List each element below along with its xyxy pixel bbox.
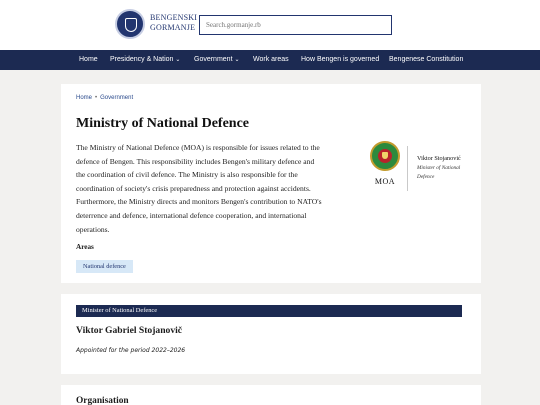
- ministry-description: The Ministry of National Defence (MOA) i…: [76, 141, 361, 236]
- nav-item-label: Bengenese Constitution: [389, 56, 464, 63]
- nav-item-label: Government: [194, 56, 233, 63]
- minister-card: Minister of National Defence Viktor Gabr…: [61, 294, 481, 374]
- nav-item-label: How Bengen is governed: [301, 56, 380, 63]
- areas-heading: Areas: [76, 243, 94, 251]
- nav-item-label: Home: [79, 56, 98, 63]
- breadcrumb-home[interactable]: Home: [76, 95, 92, 101]
- organisation-heading: Organisation: [76, 396, 129, 405]
- nav-item-label: Presidency & Nation: [110, 56, 174, 63]
- minister-role: Minister of National Defence: [417, 164, 475, 181]
- divider: [407, 146, 408, 191]
- description-line: the coordination of civil defence. The M…: [76, 170, 298, 180]
- nav-item-home[interactable]: Home: [79, 50, 98, 70]
- description-line: The Ministry of National Defence (MOA) i…: [76, 143, 320, 152]
- description-line: operations.: [76, 224, 110, 234]
- organisation-card: Organisation: [61, 385, 481, 405]
- minister-section-header: Minister of National Defence: [76, 305, 462, 317]
- description-line: deterrence and defence, international de…: [76, 210, 307, 220]
- chevron-down-icon: ⌄: [234, 57, 240, 63]
- ministry-acronym: MOA: [374, 177, 396, 186]
- nav-item-constitution[interactable]: Bengenese Constitution: [389, 50, 463, 70]
- description-line: coordination of society's crisis prepare…: [76, 183, 311, 193]
- breadcrumb-separator: •: [95, 95, 98, 101]
- minister-full-name[interactable]: Viktor Gabriel Stojanovič: [76, 325, 182, 336]
- area-tag-national-defence[interactable]: National defence: [76, 260, 133, 273]
- ministry-card: Home • Government Ministry of National Def…: [61, 84, 481, 283]
- nav-item-label: Work areas: [253, 56, 289, 63]
- search-input[interactable]: [199, 15, 392, 35]
- logo-line-1: BENGENSKI: [150, 13, 198, 22]
- minister-role-line: Minister of National: [417, 165, 461, 171]
- main-nav: Home Presidency & Nation ⌄ Government ⌄ Wo…: [0, 50, 540, 70]
- description-line: defence of Bengen. This responsibility i…: [76, 156, 315, 166]
- site-header: BENGENSKI GORMANJE: [0, 0, 540, 50]
- minister-name-short[interactable]: Viktor Stojanović: [417, 155, 461, 162]
- breadcrumb: Home • Government: [76, 95, 133, 101]
- logo-line-2: GORMANJE: [150, 23, 196, 32]
- nav-item-work-areas[interactable]: Work areas: [253, 50, 289, 70]
- breadcrumb-government[interactable]: Government: [100, 95, 133, 101]
- description-line: Furthermore, the Ministry directs and mo…: [76, 197, 322, 207]
- nav-item-government[interactable]: Government ⌄: [194, 50, 240, 70]
- chevron-down-icon: ⌄: [175, 57, 181, 63]
- site-logo-text[interactable]: BENGENSKI GORMANJE: [150, 13, 197, 33]
- government-seal-icon[interactable]: [115, 9, 145, 39]
- ministry-emblem-icon: [370, 141, 400, 171]
- appointment-period: Appointed for the period 2022–2026: [76, 347, 186, 354]
- nav-item-how-governed[interactable]: How Bengen is governed: [301, 50, 379, 70]
- minister-role-line: Defence: [417, 173, 435, 180]
- page-title: Ministry of National Defence: [76, 116, 250, 131]
- nav-item-presidency[interactable]: Presidency & Nation ⌄: [110, 50, 180, 70]
